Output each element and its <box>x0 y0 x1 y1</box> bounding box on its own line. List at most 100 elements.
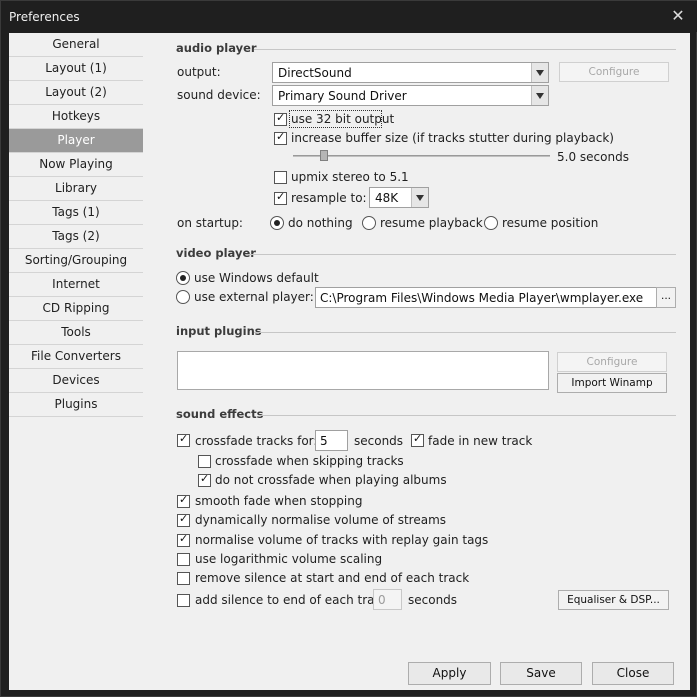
sidebar-item-internet[interactable]: Internet <box>9 273 143 297</box>
upmix-label: upmix stereo to 5.1 <box>291 170 409 184</box>
startup-do-nothing-label: do nothing <box>288 216 353 230</box>
normalise-streams-label: dynamically normalise volume of streams <box>195 513 447 527</box>
sidebar-item-tags-2[interactable]: Tags (2) <box>9 225 143 249</box>
effects-section-divider <box>259 415 676 416</box>
sidebar-item-layout-2[interactable]: Layout (2) <box>9 81 143 105</box>
crossfade-skip-label: crossfade when skipping tracks <box>215 454 404 468</box>
startup-resume-position-radio[interactable] <box>484 216 498 230</box>
crossfade-label: crossfade tracks for: <box>195 434 318 448</box>
no-crossfade-albums-checkbox[interactable] <box>198 472 211 487</box>
startup-resume-playback-radio[interactable] <box>362 216 376 230</box>
startup-resume-position-label: resume position <box>502 216 599 230</box>
external-player-path-input[interactable]: C:\Program Files\Windows Media Player\wm… <box>315 287 657 308</box>
replay-gain-label: normalise volume of tracks with replay g… <box>195 533 489 547</box>
startup-do-nothing-radio[interactable] <box>270 216 284 230</box>
preferences-window: Preferences ✕ General Layout (1) Layout … <box>0 0 697 697</box>
sidebar-item-plugins[interactable]: Plugins <box>9 393 143 417</box>
smooth-fade-label: smooth fade when stopping <box>195 494 363 508</box>
resample-label: resample to: <box>291 191 367 205</box>
resample-checkbox[interactable] <box>274 190 287 205</box>
video-external-player-label: use external player: <box>194 290 314 304</box>
plugin-configure-button[interactable]: Configure <box>557 352 667 372</box>
output-select[interactable]: DirectSound <box>272 62 549 83</box>
sidebar-item-file-converters[interactable]: File Converters <box>9 345 143 369</box>
sidebar-item-layout-1[interactable]: Layout (1) <box>9 57 143 81</box>
save-button[interactable]: Save <box>500 662 582 685</box>
sidebar: General Layout (1) Layout (2) Hotkeys Pl… <box>9 33 143 653</box>
output-label: output: <box>177 65 221 79</box>
use-32-bit-checkbox[interactable] <box>274 111 287 126</box>
sound-effects-heading: sound effects <box>176 407 264 421</box>
browse-button[interactable]: ... <box>656 287 676 308</box>
chevron-down-icon <box>531 86 548 105</box>
buffer-size-value: 5.0 seconds <box>557 150 629 164</box>
dialog-footer: Apply Save Close <box>9 653 690 690</box>
crossfade-checkbox[interactable] <box>177 432 190 447</box>
sidebar-item-sorting-grouping[interactable]: Sorting/Grouping <box>9 249 143 273</box>
input-plugins-heading: input plugins <box>176 324 262 338</box>
sidebar-item-tags-1[interactable]: Tags (1) <box>9 201 143 225</box>
audio-section-divider <box>254 49 676 50</box>
add-silence-seconds-input[interactable]: 0 <box>373 589 402 610</box>
apply-button[interactable]: Apply <box>408 662 491 685</box>
add-silence-seconds-value: 0 <box>378 593 386 607</box>
sidebar-item-library[interactable]: Library <box>9 177 143 201</box>
sidebar-item-tools[interactable]: Tools <box>9 321 143 345</box>
add-silence-seconds-unit: seconds <box>408 593 458 607</box>
dialog-client: General Layout (1) Layout (2) Hotkeys Pl… <box>9 33 690 690</box>
buffer-size-checkbox[interactable] <box>274 130 287 145</box>
sound-device-select[interactable]: Primary Sound Driver <box>272 85 549 106</box>
on-startup-label: on startup: <box>177 216 243 230</box>
remove-silence-label: remove silence at start and end of each … <box>195 571 470 585</box>
video-windows-default-label: use Windows default <box>194 271 319 285</box>
resample-select-value: 48K <box>375 191 399 205</box>
sidebar-item-now-playing[interactable]: Now Playing <box>9 153 143 177</box>
normalise-streams-checkbox[interactable] <box>177 512 190 527</box>
plugins-section-divider <box>254 332 676 333</box>
no-crossfade-albums-label: do not crossfade when playing albums <box>215 473 447 487</box>
video-external-player-radio[interactable] <box>176 290 190 304</box>
audio-player-heading: audio player <box>176 41 257 55</box>
sound-device-select-value: Primary Sound Driver <box>278 89 407 103</box>
sidebar-item-cd-ripping[interactable]: CD Ripping <box>9 297 143 321</box>
use-32-bit-label: use 32 bit output <box>291 112 395 126</box>
log-volume-checkbox[interactable] <box>177 553 190 566</box>
smooth-fade-checkbox[interactable] <box>177 493 190 508</box>
add-silence-label: add silence to end of each track: <box>195 593 393 607</box>
buffer-slider-track[interactable] <box>293 155 550 157</box>
replay-gain-checkbox[interactable] <box>177 532 190 547</box>
startup-resume-playback-label: resume playback <box>380 216 483 230</box>
output-configure-button[interactable]: Configure <box>559 62 669 82</box>
equaliser-dsp-button[interactable]: Equaliser & DSP... <box>558 590 669 610</box>
input-plugins-list[interactable] <box>177 351 549 390</box>
video-section-divider <box>250 254 676 255</box>
fade-in-checkbox[interactable] <box>411 432 424 447</box>
buffer-size-label: increase buffer size (if tracks stutter … <box>291 131 614 145</box>
remove-silence-checkbox[interactable] <box>177 572 190 585</box>
video-windows-default-radio[interactable] <box>176 271 190 285</box>
sound-device-label: sound device: <box>177 88 261 102</box>
sidebar-item-devices[interactable]: Devices <box>9 369 143 393</box>
video-player-heading: video player <box>176 246 256 260</box>
add-silence-checkbox[interactable] <box>177 594 190 607</box>
window-title: Preferences <box>9 10 80 24</box>
buffer-slider-thumb[interactable] <box>320 150 328 161</box>
resample-select[interactable]: 48K <box>369 187 429 208</box>
fade-in-label: fade in new track <box>428 434 533 448</box>
import-winamp-button[interactable]: Import Winamp <box>557 373 667 393</box>
crossfade-seconds-unit: seconds <box>354 434 404 448</box>
log-volume-label: use logarithmic volume scaling <box>195 552 383 566</box>
sidebar-item-hotkeys[interactable]: Hotkeys <box>9 105 143 129</box>
chevron-down-icon <box>531 63 548 82</box>
sidebar-item-general[interactable]: General <box>9 33 143 57</box>
chevron-down-icon <box>411 188 428 207</box>
crossfade-skip-checkbox[interactable] <box>198 455 211 468</box>
crossfade-seconds-input[interactable]: 5 <box>315 430 348 451</box>
output-select-value: DirectSound <box>278 66 352 80</box>
close-button[interactable]: Close <box>592 662 674 685</box>
player-settings-panel: audio player output: DirectSound Configu… <box>143 33 690 653</box>
external-player-path-value: C:\Program Files\Windows Media Player\wm… <box>320 291 644 305</box>
sidebar-item-player[interactable]: Player <box>9 129 143 153</box>
close-icon[interactable]: ✕ <box>668 6 688 26</box>
upmix-checkbox[interactable] <box>274 171 287 184</box>
